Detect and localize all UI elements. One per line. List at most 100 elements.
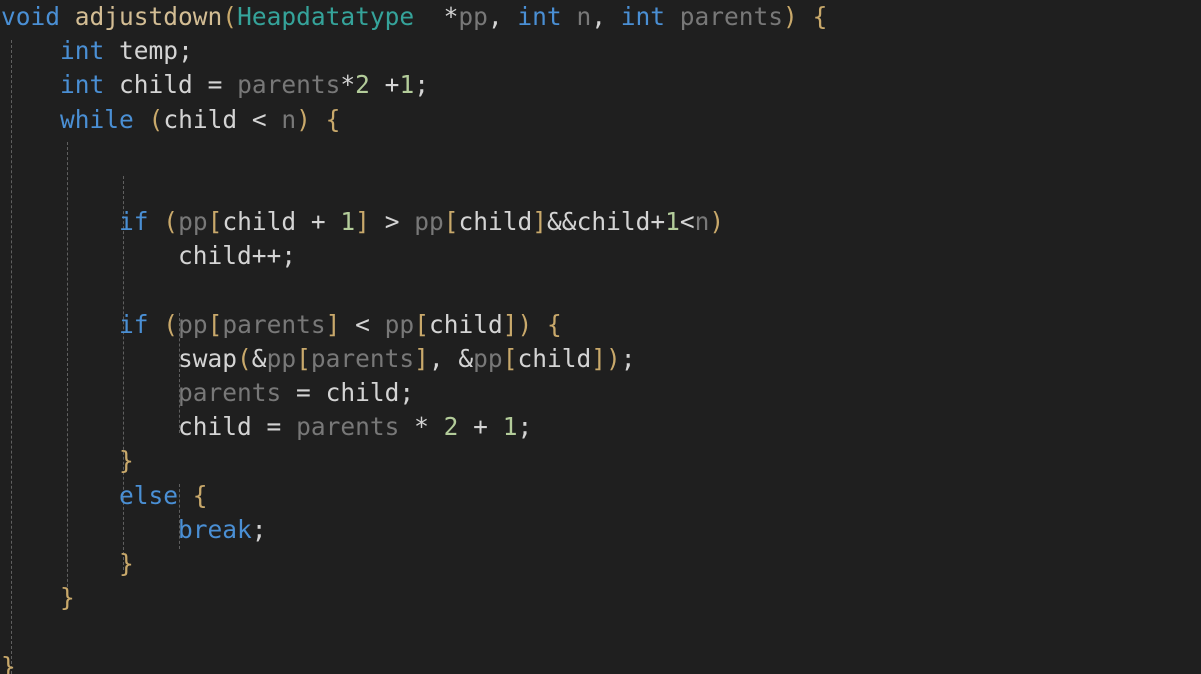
code-line-2[interactable]: int temp;: [0, 34, 1201, 68]
code-line-text: }: [0, 650, 1201, 674]
token-type: Heapdatatype: [237, 2, 415, 31]
token-operator: <: [355, 309, 370, 339]
token-brace: {: [192, 480, 208, 510]
token-param: parents: [222, 309, 326, 339]
token-bracket: ): [709, 207, 725, 237]
code-line-8[interactable]: child++;: [0, 239, 1201, 273]
code-line-12[interactable]: parents = child;: [0, 376, 1201, 410]
token-keyword: int: [60, 36, 105, 66]
token-keyword: int: [517, 2, 562, 31]
token-param: parents: [679, 2, 784, 31]
token-bracket: ): [605, 343, 621, 373]
code-line-3[interactable]: int child = parents*2 +1;: [0, 68, 1201, 102]
token-bracket: ]: [532, 207, 548, 237]
code-line-9[interactable]: [0, 274, 1201, 308]
token-operator: =: [207, 70, 223, 100]
code-line-7[interactable]: if (pp[child + 1] > pp[child]&&child+1<n…: [0, 205, 1201, 239]
token-operator: <: [251, 104, 267, 134]
code-line-6[interactable]: [0, 171, 1201, 205]
code-line-text: break;: [0, 513, 1201, 547]
token-punct: ;: [620, 343, 636, 373]
token-keyword: void: [1, 2, 61, 31]
token-variable: child: [178, 412, 252, 442]
token-brace: {: [325, 104, 341, 134]
token-operator: ++: [251, 241, 282, 271]
token-bracket: [: [443, 207, 459, 237]
code-line-text: if (pp[parents] < pp[child]) {: [0, 308, 1201, 342]
token-keyword: else: [119, 480, 179, 510]
token-punct: ;: [414, 70, 429, 100]
token-param: n: [694, 207, 710, 237]
token-keyword: break: [178, 514, 252, 544]
token-keyword: while: [60, 104, 134, 134]
token-number: 2: [443, 412, 459, 442]
token-bracket: ]: [591, 343, 606, 373]
token-number: 1: [399, 70, 415, 100]
token-brace: }: [119, 549, 134, 578]
token-bracket: ]: [414, 343, 429, 373]
code-line-text: while (child < n) {: [0, 103, 1201, 137]
code-line-1[interactable]: void adjustdown(Heapdatatype *pp, int n,…: [0, 0, 1201, 34]
code-line-19[interactable]: [0, 615, 1201, 649]
token-keyword: int: [60, 70, 105, 100]
token-bracket: (: [237, 343, 252, 373]
code-content[interactable]: void adjustdown(Heapdatatype *pp, int n,…: [0, 0, 1201, 674]
code-line-17[interactable]: }: [0, 547, 1201, 581]
token-brace: {: [547, 309, 562, 339]
code-line-18[interactable]: }: [0, 581, 1201, 615]
code-line-14[interactable]: }: [0, 444, 1201, 478]
code-line-13[interactable]: child = parents * 2 + 1;: [0, 410, 1201, 444]
code-line-text: }: [0, 547, 1201, 581]
token-variable: swap: [178, 343, 238, 373]
code-editor[interactable]: void adjustdown(Heapdatatype *pp, int n,…: [0, 0, 1201, 674]
token-operator: *: [414, 412, 429, 442]
code-line-10[interactable]: if (pp[parents] < pp[child]) {: [0, 308, 1201, 342]
token-punct: ;: [517, 412, 533, 442]
code-line-11[interactable]: swap(&pp[parents], &pp[child]);: [0, 342, 1201, 376]
token-param: pp: [178, 309, 208, 339]
token-brace: {: [812, 2, 828, 31]
token-operator: =: [266, 412, 282, 442]
code-line-4[interactable]: while (child < n) {: [0, 103, 1201, 137]
code-line-16[interactable]: break;: [0, 513, 1201, 547]
token-param: parents: [296, 412, 400, 442]
token-number: 1: [340, 207, 356, 237]
code-line-5[interactable]: [0, 137, 1201, 171]
token-bracket: (: [163, 207, 179, 237]
code-line-15[interactable]: else {: [0, 479, 1201, 513]
token-punct: ;: [178, 36, 193, 66]
token-operator: +: [650, 207, 666, 237]
token-param: pp: [458, 2, 488, 31]
token-operator: &: [251, 343, 267, 373]
code-line-text: }: [0, 444, 1201, 478]
token-bracket: [: [502, 343, 518, 373]
token-punct: ,: [487, 2, 503, 31]
token-variable: temp: [119, 36, 179, 66]
code-line-20[interactable]: }: [0, 650, 1201, 674]
token-operator: *: [443, 2, 459, 31]
token-bracket: [: [207, 309, 223, 339]
token-bracket: [: [207, 207, 223, 237]
